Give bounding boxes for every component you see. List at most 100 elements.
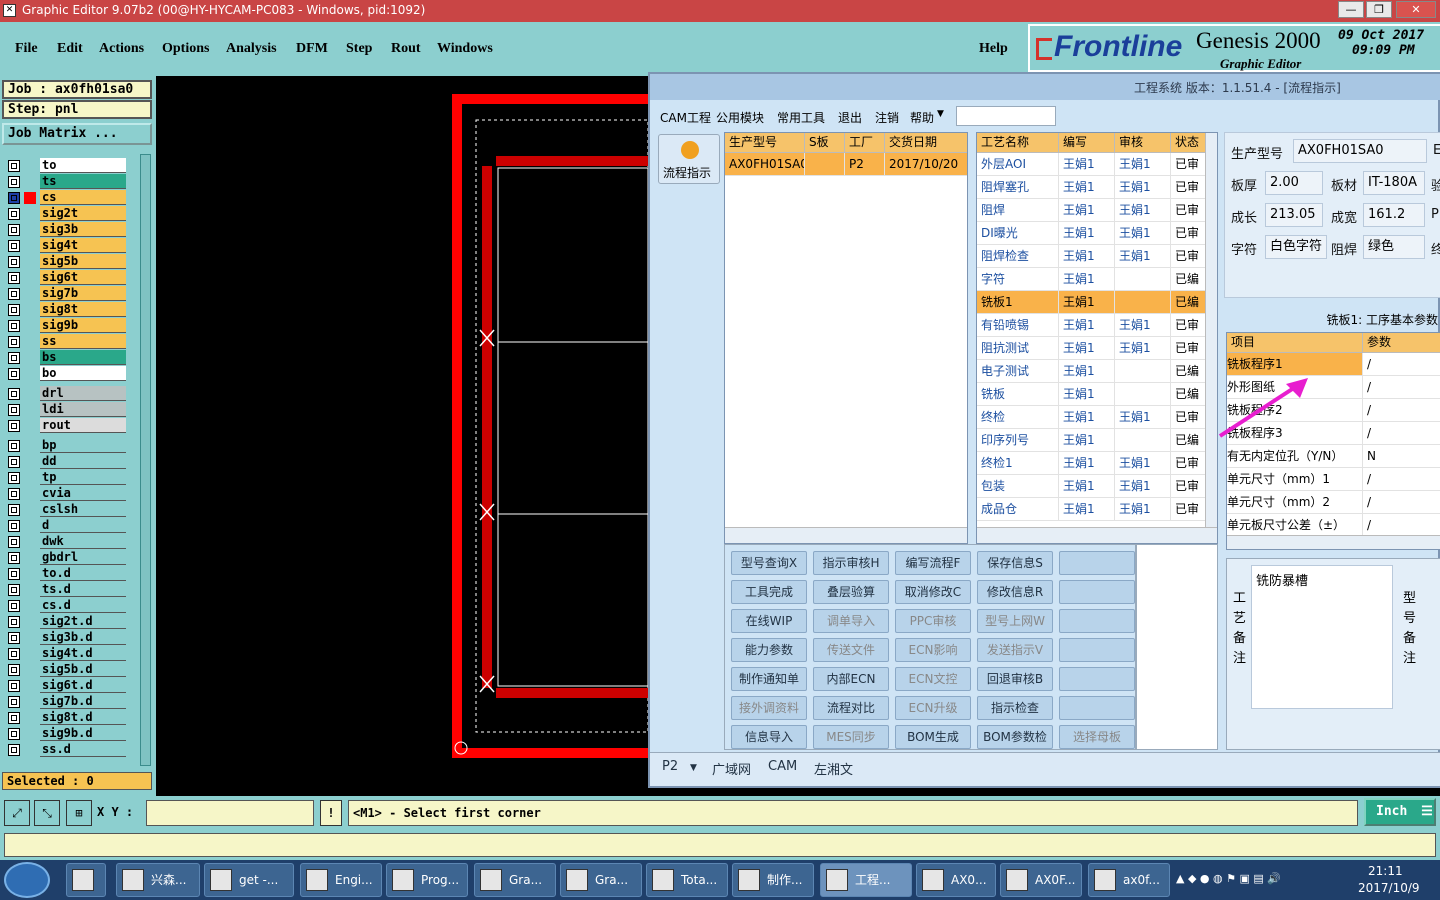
process-cell[interactable]: 王娟1	[1115, 337, 1171, 360]
layer-row[interactable]: sig9b.d	[4, 726, 126, 742]
action-button[interactable]: 接外调资料	[731, 696, 807, 720]
material-field[interactable]: IT-180A	[1363, 171, 1425, 195]
process-cell[interactable]: 王娟1	[1059, 291, 1115, 314]
layer-checkbox[interactable]	[8, 488, 20, 500]
tray-icons[interactable]: ▲ ◆ ● ◍ ⚑ ▣ ▤ 🔊	[1176, 872, 1281, 885]
process-cell[interactable]: 王娟1	[1059, 176, 1115, 199]
layer-row[interactable]: dwk	[4, 534, 126, 550]
action-button[interactable]: MES同步	[813, 725, 889, 749]
graphics-canvas[interactable]	[156, 76, 648, 796]
layer-checkbox[interactable]	[8, 712, 20, 724]
action-button[interactable]: 选择母板	[1059, 725, 1135, 749]
layer-checkbox[interactable]	[8, 536, 20, 548]
menu-dfm[interactable]: DFM	[296, 41, 328, 57]
layer-checkbox[interactable]	[8, 388, 20, 400]
layer-checkbox[interactable]	[8, 744, 20, 756]
layer-row[interactable]: ts.d	[4, 582, 126, 598]
action-button[interactable]	[1059, 638, 1135, 662]
mask-field[interactable]: 绿色	[1363, 235, 1425, 259]
layer-checkbox[interactable]	[8, 680, 20, 692]
layer-row[interactable]: bo	[4, 366, 126, 382]
action-button[interactable]: 编写流程F	[895, 551, 971, 575]
xy-input[interactable]	[146, 800, 314, 826]
menu-step[interactable]: Step	[346, 41, 372, 57]
process-cell[interactable]: 王娟1	[1059, 199, 1115, 222]
layer-row[interactable]: cs	[4, 190, 126, 206]
action-button[interactable]: 流程对比	[813, 696, 889, 720]
taskbar-item[interactable]: ax0f...	[1088, 863, 1170, 897]
process-cell[interactable]: 包装	[977, 475, 1059, 498]
cam-menu-logout[interactable]: 注销	[875, 109, 899, 126]
action-button[interactable]: 内部ECN	[813, 667, 889, 691]
action-button[interactable]: 型号上网W	[977, 609, 1053, 633]
action-button[interactable]: 取消修改C	[895, 580, 971, 604]
orders-col-header[interactable]: 生产型号	[725, 133, 805, 153]
orders-col-header[interactable]: 交货日期	[885, 133, 967, 153]
taskbar-item[interactable]: Engi...	[300, 863, 382, 897]
action-button[interactable]: 能力参数	[731, 638, 807, 662]
layer-checkbox[interactable]	[8, 616, 20, 628]
param-cell[interactable]: /	[1363, 468, 1440, 491]
process-cell[interactable]: 王娟1	[1059, 268, 1115, 291]
layer-checkbox[interactable]	[8, 504, 20, 516]
unit-select[interactable]: Inch ☰	[1364, 798, 1436, 826]
cam-menu-public[interactable]: 公用模块	[716, 109, 764, 126]
process-cell[interactable]: 王娟1	[1059, 406, 1115, 429]
taskbar-item[interactable]: Tota...	[646, 863, 728, 897]
layer-checkbox[interactable]	[8, 420, 20, 432]
action-button[interactable]: 工具完成	[731, 580, 807, 604]
chevron-down-icon[interactable]: ▼	[690, 763, 697, 773]
layer-checkbox[interactable]	[8, 552, 20, 564]
layer-checkbox[interactable]	[8, 336, 20, 348]
layer-row[interactable]: ss	[4, 334, 126, 350]
layer-row[interactable]: sig5b	[4, 254, 126, 270]
process-cell[interactable]	[1115, 291, 1171, 314]
layer-row[interactable]: sig8t	[4, 302, 126, 318]
chevron-down-icon[interactable]: ▼	[937, 109, 944, 119]
action-button[interactable]: BOM生成	[895, 725, 971, 749]
action-button[interactable]: BOM参数检查	[977, 725, 1053, 766]
layer-row[interactable]: ts	[4, 174, 126, 190]
orders-hscroll[interactable]	[725, 527, 967, 543]
tab-user[interactable]: 左湘文	[814, 759, 853, 778]
process-cell[interactable]	[1115, 383, 1171, 406]
param-col-header[interactable]: 项目	[1227, 333, 1363, 353]
thickness-field[interactable]: 2.00	[1265, 171, 1323, 195]
action-button[interactable]: 回退审核B	[977, 667, 1053, 691]
process-cell[interactable]: 王娟1	[1115, 475, 1171, 498]
layer-checkbox[interactable]	[8, 664, 20, 676]
layer-row[interactable]: ss.d	[4, 742, 126, 758]
layer-checkbox[interactable]	[8, 352, 20, 364]
cam-menu-help[interactable]: 帮助	[910, 109, 934, 126]
process-cell[interactable]	[1115, 429, 1171, 452]
process-cell[interactable]: 王娟1	[1115, 314, 1171, 337]
process-cell[interactable]: 王娟1	[1115, 452, 1171, 475]
model-field[interactable]: AX0FH01SA0	[1293, 139, 1427, 163]
layer-row[interactable]: sig8t.d	[4, 710, 126, 726]
order-cell[interactable]: AX0FH01SA0	[725, 153, 805, 176]
param-cell[interactable]: 单元尺寸（mm）2	[1227, 491, 1363, 514]
layer-row[interactable]: sig7b	[4, 286, 126, 302]
layer-row[interactable]: sig2t	[4, 206, 126, 222]
char-field[interactable]: 白色字符	[1265, 235, 1327, 259]
menu-analysis[interactable]: Analysis	[226, 41, 277, 57]
layer-row[interactable]: to	[4, 158, 126, 174]
layer-row[interactable]: gbdrl	[4, 550, 126, 566]
cam-menu-exit[interactable]: 退出	[838, 109, 862, 126]
order-cell[interactable]	[805, 153, 845, 176]
layer-row[interactable]: drl	[4, 386, 126, 402]
tab-cam[interactable]: CAM	[768, 759, 797, 774]
process-cell[interactable]: 王娟1	[1059, 337, 1115, 360]
process-cell[interactable]: 王娟1	[1059, 222, 1115, 245]
menu-actions[interactable]: Actions	[99, 41, 144, 57]
process-cell[interactable]: 王娟1	[1059, 498, 1115, 521]
layer-row[interactable]: sig3b.d	[4, 630, 126, 646]
process-cell[interactable]: 王娟1	[1115, 406, 1171, 429]
process-remark-text[interactable]: 铣防暴槽	[1251, 565, 1393, 709]
taskbar-item[interactable]: Gra...	[560, 863, 642, 897]
layer-checkbox[interactable]	[8, 192, 20, 204]
layer-row[interactable]: to.d	[4, 566, 126, 582]
layer-row[interactable]: sig7b.d	[4, 694, 126, 710]
taskbar-item[interactable]: AX0...	[916, 863, 996, 897]
maximize-button[interactable]: ❐	[1366, 1, 1392, 18]
